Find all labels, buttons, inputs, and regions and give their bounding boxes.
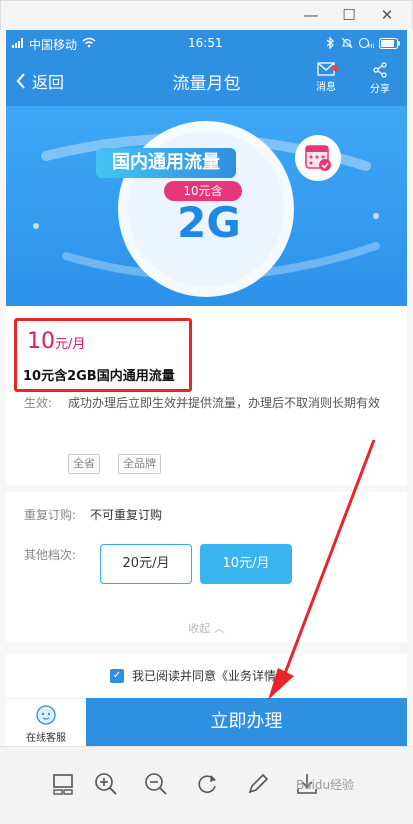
watermark: Baidu经验 <box>296 778 355 792</box>
collapse-toggle[interactable]: 收起 ︿ <box>6 620 407 636</box>
bluetooth-icon <box>326 37 334 49</box>
agreement-checkbox[interactable]: ✓ 我已阅读并同意《业务详情》 <box>110 667 288 684</box>
nav-bar: 返回 流量月包 消息 分享 <box>6 56 407 106</box>
collapse-label: 收起 <box>188 622 211 635</box>
repeat-label: 重复订购: <box>24 508 77 522</box>
tier-20-button[interactable]: 20元/月 <box>100 544 192 584</box>
svg-text:HD: HD <box>368 43 374 49</box>
tier-10-button[interactable]: 10元/月 <box>200 544 292 584</box>
message-button[interactable]: 消息 <box>306 62 346 93</box>
mute-bell-icon <box>341 37 353 49</box>
layout-icon[interactable] <box>50 771 76 797</box>
banner-headline: 国内通用流量 <box>96 148 236 178</box>
chevron-up-icon: ︿ <box>213 622 225 635</box>
price-unit: 元/月 <box>55 337 86 352</box>
zoom-out-icon[interactable] <box>143 771 169 797</box>
battery-icon <box>379 38 400 49</box>
page-title: 流量月包 <box>172 74 241 94</box>
avatar-icon <box>36 705 56 725</box>
banner-big-text: 2G <box>177 198 241 247</box>
pen-icon[interactable] <box>245 771 271 797</box>
rotate-icon[interactable] <box>194 771 220 797</box>
unread-dot <box>332 65 338 71</box>
price-value: 10 <box>27 329 55 354</box>
carrier-name: 中国移动 <box>29 38 78 52</box>
clock: 16:51 <box>188 36 223 50</box>
price: 10元/月 <box>27 329 85 354</box>
close-button[interactable]: ✕ <box>376 4 398 26</box>
tag-province: 全省 <box>68 454 100 474</box>
maximize-button[interactable]: ☐ <box>338 4 360 26</box>
apply-now-button[interactable]: 立即办理 <box>86 698 407 746</box>
back-label: 返回 <box>32 73 65 92</box>
repeat-value: 不可重复订购 <box>90 508 163 522</box>
message-label: 消息 <box>316 82 336 93</box>
checkmark-icon: ✓ <box>110 668 124 683</box>
service-label: 在线客服 <box>26 733 66 744</box>
zoom-in-icon[interactable] <box>93 771 119 797</box>
alarm-icon: HD <box>358 37 374 49</box>
back-button[interactable]: 返回 <box>16 69 64 93</box>
share-button[interactable]: 分享 <box>360 62 400 95</box>
product-name: 10元含2GB国内通用流量 <box>23 369 175 384</box>
agreement-row: ✓ 我已阅读并同意《业务详情》 <box>6 654 407 698</box>
tiers-label: 其他档次: <box>24 548 77 562</box>
share-icon <box>373 62 387 78</box>
options-card: 重复订购: 不可重复订购 其他档次: 20元/月 10元/月 收起 ︿ <box>6 492 407 642</box>
highlight-box: 10元/月 10元含2GB国内通用流量 <box>14 318 192 392</box>
minimize-button[interactable]: — <box>300 4 322 26</box>
signal-icon <box>12 38 23 48</box>
effect-text: 成功办理后立即生效并提供流量，办理后不取消则长期有效 <box>68 396 381 410</box>
status-bar: 中国移动 16:51 HD <box>6 30 407 56</box>
calendar-check-icon <box>295 135 341 181</box>
tag-brand: 全品牌 <box>118 454 161 474</box>
wifi-icon <box>82 37 96 48</box>
agreement-text: 我已阅读并同意《业务详情》 <box>132 669 289 683</box>
effect-label: 生效: <box>24 396 53 410</box>
promo-banner: 国内通用流量 10元含 2G <box>6 106 407 306</box>
chevron-left-icon <box>16 73 25 89</box>
product-card: 10元/月 10元含2GB国内通用流量 生效: 成功办理后立即生效并提供流量，办… <box>6 306 407 486</box>
share-label: 分享 <box>370 84 390 95</box>
online-service-button[interactable]: 在线客服 <box>6 698 86 746</box>
